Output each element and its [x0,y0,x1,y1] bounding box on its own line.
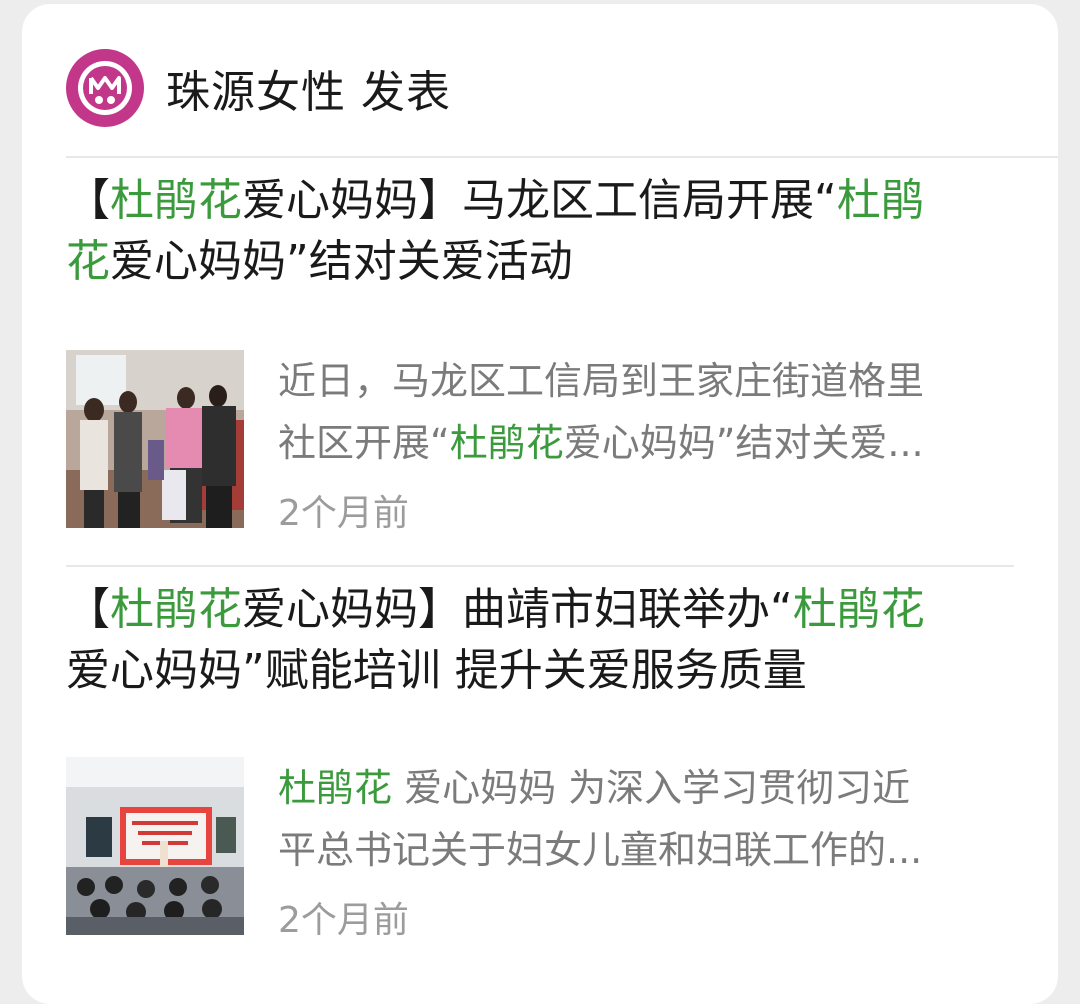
summary-text: 社区开展“ [278,421,450,465]
article-title[interactable]: 【杜鹃花爱心妈妈】马龙区工信局开展“杜鹃 花爱心妈妈”结对关爱活动 [66,170,1016,292]
article-divider [66,565,1014,567]
article-thumbnail[interactable] [66,350,244,528]
summary-text: 爱心妈妈 为深入学习贯彻习近 [392,766,911,810]
summary-text: 平总书记关于妇女儿童和妇联工作的... [278,828,923,872]
article-summary: 杜鹃花 爱心妈妈 为深入学习贯彻习近平总书记关于妇女儿童和妇联工作的... [278,757,1018,881]
title-highlight: 杜鹃花 [792,584,925,635]
article-preview-row: 近日，马龙区工信局到王家庄街道格里 社区开展“杜鹃花爱心妈妈”结对关爱... 2个… [66,350,1018,536]
title-highlight: 花 [66,236,110,287]
title-text: 爱心妈妈】马龙区工信局开展“ [242,175,837,226]
title-text: 爱心妈妈”赋能培训 提升关爱服务质量 [66,645,807,696]
account-header[interactable]: 珠源女性 发表 [66,48,451,128]
title-text: 【 [66,584,110,635]
article-info: 杜鹃花 爱心妈妈 为深入学习贯彻习近平总书记关于妇女儿童和妇联工作的... 2个… [278,757,1018,943]
summary-text: 近日，马龙区工信局到王家庄街道格里 [278,359,925,403]
summary-highlight: 杜鹃花 [449,421,564,465]
article-time: 2个月前 [278,900,409,941]
title-text: 爱心妈妈】曲靖市妇联举办“ [242,584,793,635]
account-title: 珠源女性 发表 [166,67,451,118]
title-highlight: 杜鹃花 [110,175,242,226]
title-highlight: 杜鹃 [836,175,925,226]
article-list-card: 珠源女性 发表 【杜鹃花爱心妈妈】马龙区工信局开展“杜鹃 花爱心妈妈”结对关爱活动 [22,4,1058,1004]
article-title[interactable]: 【杜鹃花爱心妈妈】曲靖市妇联举办“杜鹃花 爱心妈妈”赋能培训 提升关爱服务质量 [66,579,1016,701]
article-preview-row: 杜鹃花 爱心妈妈 为深入学习贯彻习近平总书记关于妇女儿童和妇联工作的... 2个… [66,757,1018,943]
article-thumbnail[interactable] [66,757,244,935]
article-item[interactable]: 【杜鹃花爱心妈妈】马龙区工信局开展“杜鹃 花爱心妈妈”结对关爱活动 近日，马龙区… [66,170,1016,534]
header-divider [66,156,1058,158]
title-text: 爱心妈妈”结对关爱活动 [110,236,573,287]
title-highlight: 杜鹃花 [110,584,242,635]
summary-highlight: 杜鹃花 [278,766,393,810]
article-item[interactable]: 【杜鹃花爱心妈妈】曲靖市妇联举办“杜鹃花爱心妈妈”赋能培训 提升关爱服务质量 [66,579,1016,941]
womens-federation-logo-icon [66,49,144,127]
article-info: 近日，马龙区工信局到王家庄街道格里 社区开展“杜鹃花爱心妈妈”结对关爱... 2个… [278,350,1018,536]
summary-text: 爱心妈妈”结对关爱... [563,421,924,465]
article-summary: 近日，马龙区工信局到王家庄街道格里 社区开展“杜鹃花爱心妈妈”结对关爱... [278,350,1018,474]
title-text: 【 [66,175,110,226]
article-time: 2个月前 [278,493,409,534]
